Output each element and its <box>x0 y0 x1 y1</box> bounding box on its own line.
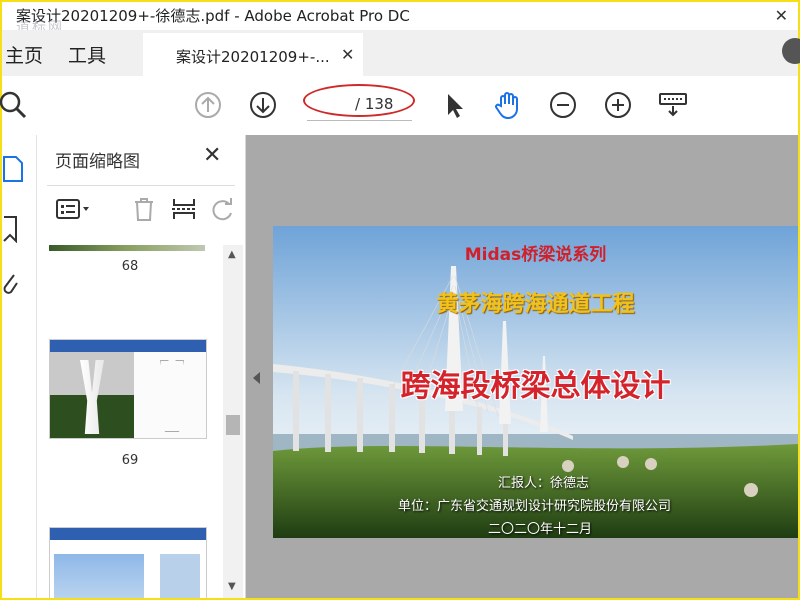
thumbnail-page[interactable] <box>49 339 207 439</box>
page-thumbnails-icon[interactable] <box>2 155 24 187</box>
pdf-page: Midas桥梁说系列 黄茅海跨海通道工程 跨海段桥梁总体设计 汇报人：徐德志 单… <box>273 226 798 538</box>
thumbnail-panel: 页面缩略图 ✕ 68 69 ▲ ▼ <box>37 135 246 598</box>
panel-toolbar <box>47 185 235 236</box>
scrollbar-thumb[interactable] <box>226 415 240 435</box>
thumbnail-options-icon[interactable] <box>53 194 89 224</box>
page-number-label: 68 <box>121 259 139 274</box>
document-view: Midas桥梁说系列 黄茅海跨海通道工程 跨海段桥梁总体设计 汇报人：徐德志 单… <box>246 135 798 598</box>
slide-series-title: Midas桥梁说系列 <box>464 245 607 265</box>
delete-page-icon[interactable] <box>129 194 159 224</box>
panel-title: 页面缩略图 <box>55 152 140 172</box>
hand-tool-icon[interactable] <box>492 89 524 121</box>
slide-unit: 单位：广东省交通规划设计研究院股份有限公司 <box>398 499 672 514</box>
title-bar: 案设计20201209+-徐德志.pdf - Adobe Acrobat Pro… <box>2 2 798 36</box>
tab-home[interactable]: 主页 <box>5 41 43 68</box>
collapse-panel-icon[interactable] <box>253 372 260 384</box>
tab-tools[interactable]: 工具 <box>68 41 106 68</box>
help-icon[interactable] <box>782 38 800 64</box>
scroll-up-icon[interactable]: ▲ <box>228 249 236 260</box>
thumbnail-page[interactable] <box>49 245 205 251</box>
zoom-out-icon[interactable] <box>547 89 579 121</box>
select-cursor-icon[interactable] <box>438 89 470 121</box>
window-title: 案设计20201209+-徐德志.pdf - Adobe Acrobat Pro… <box>16 7 410 25</box>
attachment-icon[interactable] <box>2 271 20 303</box>
slide-main-title: 跨海段桥梁总体设计 <box>400 369 671 404</box>
document-tab-close-icon[interactable]: ✕ <box>341 45 354 64</box>
annotation-ellipse <box>303 84 415 117</box>
split-page-icon[interactable] <box>169 194 199 224</box>
bookmark-icon[interactable] <box>2 215 20 247</box>
search-icon[interactable] <box>0 89 30 121</box>
document-tab-label: 案设计20201209+-... <box>176 48 330 66</box>
keyboard-icon[interactable] <box>657 89 689 121</box>
thumbnail-page[interactable] <box>49 527 207 598</box>
slide-project-title: 黄茅海跨海通道工程 <box>436 292 635 317</box>
slide-date: 二〇二〇年十二月 <box>488 522 593 537</box>
rotate-page-icon[interactable] <box>207 194 237 224</box>
toolbar: / 138 <box>0 76 798 136</box>
page-number-label: 69 <box>121 453 139 468</box>
zoom-in-icon[interactable] <box>602 89 634 121</box>
page-up-icon[interactable] <box>192 89 224 121</box>
thumbnail-list: 68 69 <box>37 245 223 598</box>
tab-bar: 主页 工具 <box>2 30 800 76</box>
scroll-down-icon[interactable]: ▼ <box>228 581 236 592</box>
slide-reporter: 汇报人：徐德志 <box>498 476 590 491</box>
window-close-button[interactable]: ✕ <box>775 6 788 25</box>
panel-close-icon[interactable]: ✕ <box>203 143 221 168</box>
page-down-icon[interactable] <box>247 89 279 121</box>
left-tool-rail <box>2 135 37 598</box>
thumbnail-scrollbar[interactable]: ▲ ▼ <box>223 245 243 598</box>
tab-document[interactable]: 案设计20201209+-... ✕ <box>143 33 363 79</box>
